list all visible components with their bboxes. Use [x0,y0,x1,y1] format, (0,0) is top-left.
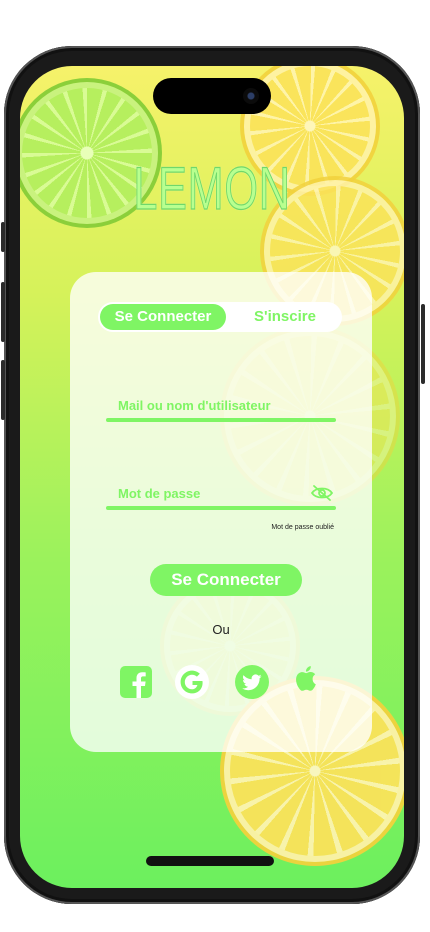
volume-up-button [1,282,5,342]
or-separator: Ou [212,622,230,637]
auth-tabs: Se Connecter S'inscire [98,302,342,332]
login-card: Se Connecter S'inscire Mail ou nom d'uti… [70,272,372,752]
forgot-password-link[interactable]: Mot de passe oublié [271,524,334,531]
app-logo: LEMON [133,154,291,222]
username-placeholder: Mail ou nom d'utilisateur [118,398,271,413]
username-field[interactable]: Mail ou nom d'utilisateur [106,398,336,426]
password-underline [106,506,336,510]
app-screen: LEMON Se Connecter S'inscire Mail ou nom… [20,66,404,888]
home-indicator [146,856,274,866]
login-button[interactable]: Se Connecter [150,564,302,596]
google-icon[interactable] [174,664,210,700]
tab-login[interactable]: Se Connecter [100,304,226,330]
tab-signup[interactable]: S'inscire [230,302,340,332]
camera-icon [243,88,259,104]
password-field[interactable]: Mot de passe [106,484,336,512]
action-button [1,222,5,252]
twitter-icon[interactable] [234,664,270,700]
hide-password-icon[interactable] [310,484,334,502]
volume-down-button [1,360,5,420]
dynamic-island [153,78,271,114]
apple-icon[interactable] [288,660,324,696]
username-underline [106,418,336,422]
password-placeholder: Mot de passe [118,486,201,501]
facebook-icon[interactable] [118,664,154,700]
power-button [421,304,425,384]
